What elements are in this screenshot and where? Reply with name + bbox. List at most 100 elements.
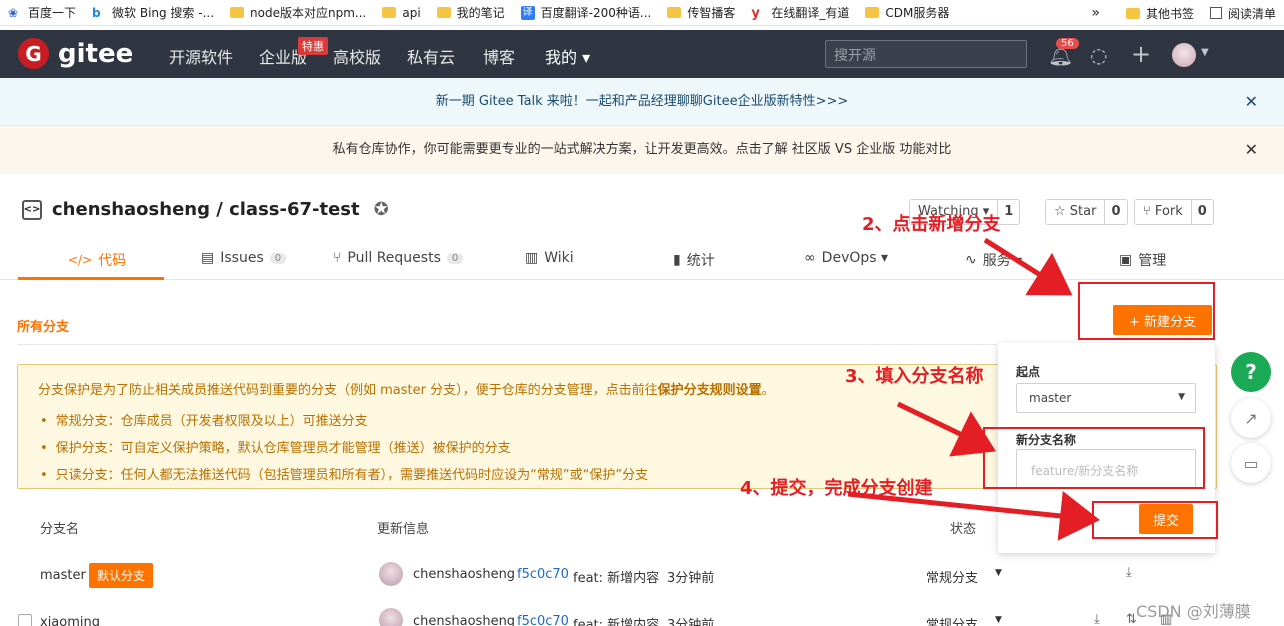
folder-icon [382,7,397,18]
commit-time: 3分钟前 [667,571,715,586]
bookmarks-right: » 其他书签 阅读清单 [1091,0,1284,25]
tab-code[interactable]: </> 代码 [68,250,126,270]
nav-private-cloud[interactable]: 私有云 [407,44,455,68]
commit-message: feat: 新增内容 [573,618,660,626]
chevron-down-icon[interactable]: ▼ [995,568,1002,578]
chevron-down-icon[interactable]: ▼ [1201,47,1209,58]
lightbulb-icon[interactable]: ◌ [1090,43,1107,67]
bar-chart-icon: ▮ [673,252,681,268]
commit-message: feat: 新增内容 [573,571,660,586]
author-name[interactable]: chenshaosheng [413,567,515,582]
origin-select[interactable]: master ▼ [1016,383,1196,413]
branch-name-link[interactable]: xiaoming [40,615,100,626]
paw-icon: ❀ [8,5,19,20]
bookmark-fanyi[interactable]: 译百度翻译-200种语... [520,4,651,21]
author-name[interactable]: chenshaosheng [413,614,515,626]
protect-rules-link[interactable]: 保护分支规则设置 [658,383,762,398]
tab-services[interactable]: ∿ 服务 ▾ [965,250,1022,270]
bing-icon: b [92,5,101,20]
active-tab-indicator [18,277,164,280]
bookmark-baidu[interactable]: ❀ 百度一下 [8,4,76,21]
bookmarks-bar: ❀ 百度一下 b 微软 Bing 搜索 -... node版本对应npm... ap… [0,0,1284,26]
settings-doc-icon: ▣ [1119,252,1133,268]
fork-button[interactable]: ⑂ Fork 0 [1134,199,1214,225]
issues-icon: ▤ [201,250,215,266]
gitee-talk-banner[interactable]: 新一期 Gitee Talk 来啦！一起和产品经理聊聊Gitee企业版新特性>>… [0,78,1284,126]
folder-icon [436,7,451,18]
col-update-info: 更新信息 [377,522,430,537]
bookmark-api[interactable]: api [382,6,421,20]
annotation-step3: 3、填入分支名称 [845,366,984,387]
default-branch-badge: 默认分支 [89,563,154,588]
code-repo-icon: <> [22,199,42,220]
repo-tabs: </> 代码 ▤ Issues 0 ⑂ Pull Requests 0 ▥ Wiki ▮ 统计… [0,240,1284,280]
folder-icon [1125,7,1140,19]
bookmark-node[interactable]: node版本对应npm... [230,4,366,21]
commit-hash[interactable]: f5c0c70 [517,614,569,626]
annotation-step4: 4、提交，完成分支创建 [740,478,933,499]
divider [17,344,997,345]
nav-university[interactable]: 高校版 [333,44,381,68]
user-avatar[interactable] [1172,43,1196,67]
tab-wiki[interactable]: ▥ Wiki [525,250,574,266]
repo-name-link[interactable]: chenshaosheng / class-67-test [52,199,360,220]
bookmarks-more-button[interactable]: » [1091,5,1100,21]
plus-icon[interactable]: + [1131,40,1151,68]
gitee-logo-text: gitee [58,38,134,69]
gitee-logo-icon: G [18,38,49,69]
download-icon[interactable]: ⤓ [1094,612,1100,626]
author-avatar[interactable] [379,562,403,586]
chevron-down-icon[interactable]: ▼ [995,615,1002,625]
search-input[interactable]: 搜开源 [825,40,1027,68]
bookmark-other[interactable]: 其他书签 [1125,5,1194,22]
folder-icon [865,7,880,18]
chevron-down-icon: ▼ [1178,392,1185,402]
tab-pull-requests[interactable]: ⑂ Pull Requests 0 [333,250,464,266]
annotation-box-submit [1092,501,1218,539]
commit-hash[interactable]: f5c0c70 [517,567,569,582]
youdao-icon: y [751,5,760,21]
bookmark-cdm[interactable]: CDM服务器 [865,4,949,21]
annotation-box-new-branch [1078,282,1215,340]
help-icon[interactable]: ? [1231,352,1271,392]
origin-label: 起点 [1016,365,1041,379]
branch-status[interactable]: 常规分支 [926,567,978,586]
enterprise-banner[interactable]: 私有仓库协作，你可能需要更专业的一站式解决方案，让开发更高效。点击了解 社区版 … [0,126,1284,174]
nav-mine[interactable]: 我的 ▾ [545,44,590,68]
bookmark-bing[interactable]: b 微软 Bing 搜索 -... [92,4,214,21]
branch-name-link[interactable]: master [40,568,86,583]
tab-devops[interactable]: ∞ DevOps ▾ [804,250,888,266]
star-button[interactable]: ☆ Star 0 [1045,199,1128,225]
pulse-icon: ∿ [965,252,977,268]
download-icon[interactable]: ⤓ [1126,565,1132,580]
promo-badge: 特惠 [298,37,328,55]
close-icon[interactable]: ✕ [1245,126,1258,174]
bookmark-reading-list[interactable]: 阅读清单 [1209,5,1276,22]
badge-icon: ✪ [373,199,389,220]
bookmark-youdao[interactable]: y 在线翻译_有道 [751,4,849,21]
watermark: CSDN @刘薄膜 [1136,602,1251,621]
tab-manage[interactable]: ▣ 管理 [1119,250,1166,270]
annotation-step2: 2、点击新增分支 [862,214,1001,235]
close-icon[interactable]: ✕ [1245,78,1258,126]
folder-icon [667,7,682,18]
nav-open-source[interactable]: 开源软件 [169,44,233,68]
repo-title: <> chenshaosheng / class-67-test ✪ [22,199,389,220]
reading-list-icon [1209,7,1222,19]
bookmark-itcast[interactable]: 传智播客 [667,4,735,21]
star-count: 0 [1104,200,1126,224]
tab-stats[interactable]: ▮ 统计 [673,250,715,270]
row-checkbox[interactable] [18,614,32,626]
notification-count: 56 [1056,38,1079,49]
all-branches-label: 所有分支 [17,320,70,335]
pull-request-icon: ⑂ [333,250,342,266]
commit-time: 3分钟前 [667,618,715,626]
nav-blog[interactable]: 博客 [483,44,515,68]
bookmark-notes[interactable]: 我的笔记 [436,4,505,21]
gitee-logo[interactable]: G gitee [18,38,133,69]
author-avatar[interactable] [379,608,403,626]
branch-status[interactable]: 常规分支 [926,614,978,626]
chat-icon[interactable]: ▭ [1231,443,1271,483]
tab-issues[interactable]: ▤ Issues 0 [201,250,287,266]
share-icon[interactable]: ↗ [1231,398,1271,438]
